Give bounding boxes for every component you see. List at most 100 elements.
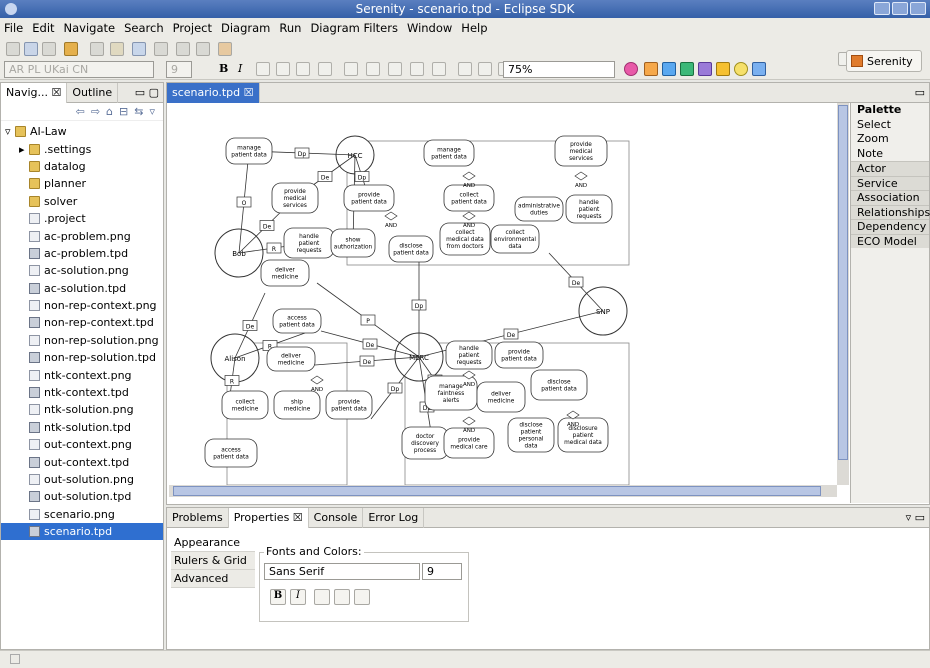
color-orange-icon[interactable] — [644, 62, 658, 76]
and-label[interactable]: AND — [311, 387, 323, 393]
tab-scenario-tpd[interactable]: scenario.tpd ☒ — [167, 82, 260, 103]
close-button[interactable] — [910, 2, 926, 15]
prop-tab-rulers-grid[interactable]: Rulers & Grid — [171, 552, 255, 570]
forward-arrow-icon[interactable]: ⇨ — [91, 105, 100, 118]
link-label[interactable]: De — [321, 175, 330, 182]
and-decomposition[interactable] — [462, 171, 476, 181]
link-label[interactable]: Dp — [391, 386, 400, 393]
service-label[interactable]: deliver medicine — [488, 392, 515, 405]
and-label[interactable]: AND — [575, 183, 587, 189]
and-decomposition[interactable] — [462, 211, 476, 221]
tree-item[interactable]: solver — [1, 193, 163, 210]
font-color-icon[interactable] — [256, 62, 270, 76]
tree-item[interactable]: non-rep-solution.tpd — [1, 349, 163, 366]
service-label[interactable]: handle patient requests — [456, 346, 481, 366]
and-label[interactable]: AND — [463, 382, 475, 388]
save-icon[interactable] — [24, 42, 38, 56]
link-label[interactable]: Dp — [415, 303, 424, 310]
color-lightyellow-icon[interactable] — [734, 62, 748, 76]
link-label[interactable]: Dp — [298, 151, 307, 158]
view-menu-icon[interactable]: ▿ — [149, 105, 155, 118]
color-blue-icon[interactable] — [662, 62, 676, 76]
link-label[interactable]: P — [366, 318, 370, 325]
font-name-select[interactable]: AR PL UKai CN — [4, 61, 154, 78]
route-icon[interactable] — [458, 62, 472, 76]
color-yellow-icon[interactable] — [716, 62, 730, 76]
line-color-button[interactable] — [334, 589, 350, 605]
run-icon[interactable] — [154, 42, 168, 56]
color-pink-icon[interactable] — [624, 62, 638, 76]
back-arrow-icon[interactable]: ⇦ — [76, 105, 85, 118]
palette-tool-zoom[interactable]: Zoom — [851, 132, 929, 147]
tree-item[interactable]: scenario.png — [1, 506, 163, 523]
tree-item[interactable]: out-context.tpd — [1, 453, 163, 470]
new-icon[interactable] — [6, 42, 20, 56]
color-purple-icon[interactable] — [698, 62, 712, 76]
line-color-icon[interactable] — [296, 62, 310, 76]
tab-problems[interactable]: Problems — [167, 507, 229, 528]
pencil-icon[interactable] — [110, 42, 124, 56]
menu-navigate[interactable]: Navigate — [64, 21, 116, 35]
palette-tool-select[interactable]: Select — [851, 118, 929, 133]
tab-navigator[interactable]: Navig... ☒ — [1, 82, 68, 103]
tree-item[interactable]: ac-solution.png — [1, 262, 163, 279]
hscroll-thumb[interactable] — [173, 486, 821, 496]
service-label[interactable]: handle patient requests — [576, 200, 601, 220]
maximize-button[interactable] — [892, 2, 908, 15]
and-label[interactable]: AND — [463, 428, 475, 434]
italic-button-props[interactable]: I — [290, 589, 306, 605]
palette-tool-note[interactable]: Note — [851, 147, 929, 162]
select-all-icon[interactable] — [344, 62, 358, 76]
back-icon[interactable] — [176, 42, 190, 56]
menu-diagram[interactable]: Diagram — [221, 21, 270, 35]
palette-group[interactable]: Association — [851, 190, 929, 205]
vscroll-thumb[interactable] — [838, 105, 848, 460]
menu-file[interactable]: File — [4, 21, 23, 35]
link-label[interactable]: De — [363, 359, 372, 366]
debug-icon[interactable] — [64, 42, 78, 56]
link-label[interactable]: De — [263, 224, 272, 231]
tree-item[interactable]: non-rep-context.png — [1, 297, 163, 314]
palette-group[interactable]: Relationships — [851, 204, 930, 219]
print-icon[interactable] — [42, 42, 56, 56]
link-editor-icon[interactable]: ⇆ — [134, 105, 143, 118]
expand-arrow-icon[interactable]: ▸ — [19, 141, 29, 158]
tree-item[interactable]: .project — [1, 210, 163, 227]
color-green-icon[interactable] — [680, 62, 694, 76]
collapse-all-icon[interactable]: ⊟ — [119, 105, 128, 118]
and-decomposition[interactable] — [384, 211, 398, 221]
zoom-select[interactable]: 75% — [503, 61, 615, 78]
service-label[interactable]: handle patient requests — [296, 234, 321, 254]
font-size-select-props[interactable]: 9 — [422, 563, 462, 580]
service-label[interactable]: provide medical services — [283, 189, 307, 209]
diagram-canvas[interactable]: HCCBobSNPAlisonMERCDpDeDpDeROPPDeDeDpDeR… — [169, 103, 837, 485]
palette-group[interactable]: Actor — [851, 161, 929, 176]
fill-color-button[interactable] — [354, 589, 370, 605]
color-lightblue-icon[interactable] — [752, 62, 766, 76]
palette-group[interactable]: ECO Model — [851, 233, 929, 248]
perspective-serenity[interactable]: Serenity — [846, 50, 922, 72]
tree-item[interactable]: ac-problem.tpd — [1, 245, 163, 262]
service-label[interactable]: deliver medicine — [278, 354, 305, 367]
nav-history-icon[interactable] — [218, 42, 232, 56]
panel-menu-icon[interactable]: ▿ ▭ — [906, 511, 925, 524]
bold-button[interactable]: B — [215, 61, 228, 78]
tree-item[interactable]: planner — [1, 175, 163, 192]
menu-project[interactable]: Project — [173, 21, 212, 35]
link-label[interactable]: De — [366, 342, 375, 349]
and-decomposition[interactable] — [574, 171, 588, 181]
editor-maximize-icon[interactable]: ▭ — [915, 86, 925, 99]
grid-icon[interactable] — [432, 62, 446, 76]
link-label[interactable]: De — [246, 324, 255, 331]
tree-item[interactable]: non-rep-context.tpd — [1, 314, 163, 331]
link-label[interactable]: De — [572, 280, 581, 287]
link-label[interactable]: Dp — [358, 175, 367, 182]
link-label[interactable]: R — [230, 379, 234, 386]
service-label[interactable]: provide medical services — [569, 142, 593, 162]
tree-item[interactable]: ntk-context.png — [1, 366, 163, 383]
open-type-icon[interactable] — [90, 42, 104, 56]
tree-item[interactable]: non-rep-solution.png — [1, 332, 163, 349]
and-decomposition[interactable] — [310, 375, 324, 385]
menu-search[interactable]: Search — [124, 21, 164, 35]
home-icon[interactable]: ⌂ — [106, 105, 113, 118]
